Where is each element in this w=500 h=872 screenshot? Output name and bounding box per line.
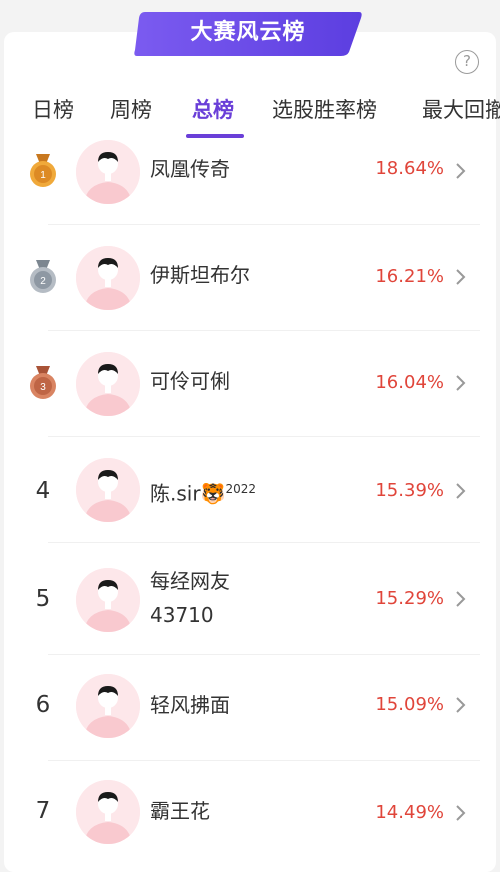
- return-percent: 15.09%: [375, 694, 444, 715]
- ranking-row[interactable]: 6 轻风拂面 15.09%: [0, 672, 500, 778]
- user-name: 伊斯坦布尔: [150, 263, 250, 287]
- return-percent: 15.29%: [375, 588, 444, 609]
- medal-icon: 3: [30, 366, 56, 399]
- return-percent: 18.64%: [375, 158, 444, 179]
- row-divider: [48, 760, 480, 761]
- tab-weekly[interactable]: 周榜: [110, 94, 152, 124]
- rank-number: 6: [35, 692, 51, 718]
- avatar: [76, 674, 140, 738]
- user-name: 陈.sir🐯2022: [150, 481, 257, 506]
- ranking-row[interactable]: 5 每经网友 43710 15.29%: [0, 564, 500, 674]
- return-percent: 16.21%: [375, 266, 444, 287]
- user-name: 可伶可俐: [150, 369, 230, 393]
- help-icon[interactable]: ?: [455, 50, 479, 74]
- tiger-icon: 🐯: [200, 481, 226, 506]
- svg-text:3: 3: [40, 382, 46, 393]
- user-name: 轻风拂面: [150, 693, 230, 717]
- ranking-row[interactable]: 3 可伶可俐 16.04%: [0, 350, 500, 456]
- tab-bar: 日榜 周榜 总榜 选股胜率榜 最大回撤: [0, 88, 500, 134]
- avatar: [76, 568, 140, 632]
- chevron-right-icon[interactable]: [455, 374, 467, 392]
- chevron-right-icon[interactable]: [455, 482, 467, 500]
- medal-icon: 2: [30, 260, 56, 293]
- chevron-right-icon[interactable]: [455, 268, 467, 286]
- user-name: 每经网友 43710: [150, 569, 230, 627]
- return-percent: 14.49%: [375, 802, 444, 823]
- tab-stock-pick-win-rate[interactable]: 选股胜率榜: [272, 94, 377, 124]
- ranking-row[interactable]: 7 霸王花 14.49%: [0, 778, 500, 861]
- avatar: [76, 352, 140, 416]
- medal-icon: 1: [30, 154, 56, 187]
- row-divider: [48, 436, 480, 437]
- row-divider: [48, 542, 480, 543]
- rank-number: 5: [35, 586, 51, 612]
- return-percent: 16.04%: [375, 372, 444, 393]
- banner-title: 大赛风云榜: [190, 20, 306, 45]
- avatar: [76, 780, 140, 844]
- return-percent: 15.39%: [375, 480, 444, 501]
- ranking-row[interactable]: 2 伊斯坦布尔 16.21%: [0, 244, 500, 350]
- svg-text:1: 1: [40, 170, 46, 181]
- row-divider: [48, 224, 480, 225]
- chevron-right-icon[interactable]: [455, 804, 467, 822]
- user-name: 霸王花: [150, 799, 210, 823]
- tab-daily[interactable]: 日榜: [32, 94, 74, 124]
- row-divider: [48, 654, 480, 655]
- user-name: 凤凰传奇: [150, 157, 230, 181]
- chevron-right-icon[interactable]: [455, 590, 467, 608]
- svg-text:2: 2: [40, 276, 46, 287]
- rank-number: 7: [35, 798, 51, 824]
- leaderboard-banner: 大赛风云榜: [133, 8, 363, 58]
- ranking-row[interactable]: 4 陈.sir🐯2022 15.39%: [0, 458, 500, 564]
- chevron-right-icon[interactable]: [455, 162, 467, 180]
- chevron-right-icon[interactable]: [455, 696, 467, 714]
- ranking-row[interactable]: 1 凤凰传奇 18.64%: [0, 138, 500, 248]
- avatar: [76, 140, 140, 204]
- avatar: [76, 246, 140, 310]
- rank-number: 4: [35, 478, 51, 504]
- tab-overall[interactable]: 总榜: [192, 94, 234, 124]
- row-divider: [48, 330, 480, 331]
- avatar: [76, 458, 140, 522]
- tab-max-drawdown[interactable]: 最大回撤: [422, 94, 500, 124]
